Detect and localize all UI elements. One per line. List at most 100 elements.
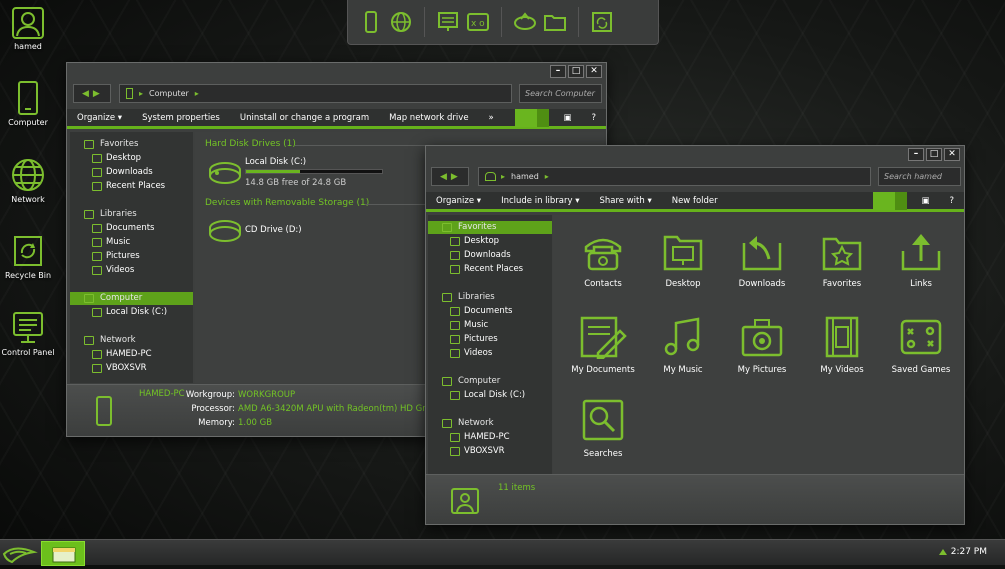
start-button[interactable]: [0, 542, 40, 564]
item-saved-games[interactable]: Saved Games: [883, 315, 959, 375]
nav-libraries[interactable]: Libraries: [428, 291, 552, 304]
nav-recent-places[interactable]: Recent Places: [428, 263, 552, 276]
nav-libraries[interactable]: Libraries: [70, 208, 193, 221]
taskbar-explorer-button[interactable]: [41, 541, 85, 566]
organize-button[interactable]: Organize ▾: [67, 113, 132, 123]
item-downloads[interactable]: Downloads: [724, 231, 800, 289]
item-label: Desktop: [665, 279, 701, 289]
nav-downloads[interactable]: Downloads: [70, 166, 193, 179]
desktop-icon-control-panel[interactable]: Control Panel: [0, 310, 56, 357]
nav-videos[interactable]: Videos: [428, 347, 552, 360]
back-icon[interactable]: ◀: [440, 172, 447, 182]
view-options-button[interactable]: [873, 191, 896, 210]
nav-hamed-pc[interactable]: HAMED-PC: [428, 431, 552, 444]
item-my-documents[interactable]: My Documents: [565, 315, 641, 375]
nav-favorites[interactable]: Favorites: [70, 138, 193, 151]
desktop-icon-network[interactable]: Network: [0, 157, 56, 204]
desktop-icon-recycle-bin[interactable]: Recycle Bin: [0, 233, 56, 280]
maximize-button[interactable]: □: [568, 65, 584, 78]
item-my-pictures[interactable]: My Pictures: [724, 315, 800, 375]
item-my-music[interactable]: My Music: [645, 315, 721, 375]
search-input[interactable]: Search Computer: [519, 84, 602, 103]
system-properties-button[interactable]: System properties: [132, 113, 230, 123]
nav-pictures[interactable]: Pictures: [428, 333, 552, 346]
help-button[interactable]: ?: [581, 113, 606, 123]
desktop-icon-hamed[interactable]: hamed: [0, 6, 56, 51]
new-folder-button[interactable]: New folder: [662, 196, 728, 206]
drive-name: CD Drive (D:): [245, 225, 302, 235]
include-in-library-button[interactable]: Include in library ▾: [491, 196, 589, 206]
search-input[interactable]: Search hamed: [878, 167, 961, 186]
close-button[interactable]: ✕: [944, 148, 960, 161]
nav-documents[interactable]: Documents: [428, 305, 552, 318]
item-contacts[interactable]: Contacts: [565, 231, 641, 289]
nav-computer[interactable]: Computer: [70, 292, 193, 305]
desktop-icon-computer[interactable]: Computer: [0, 80, 56, 127]
forward-icon[interactable]: ▶: [93, 89, 100, 99]
nav-documents[interactable]: Documents: [70, 222, 193, 235]
nav-favorites[interactable]: Favorites: [428, 221, 552, 234]
nav-local-disk[interactable]: Local Disk (C:): [70, 306, 193, 319]
nav-desktop[interactable]: Desktop: [428, 235, 552, 248]
show-hidden-icons-button[interactable]: [939, 549, 947, 555]
nav-local-disk[interactable]: Local Disk (C:): [428, 389, 552, 402]
drive-local-disk[interactable]: Local Disk (C:) 14.8 GB free of 24.8 GB: [207, 156, 407, 190]
maximize-button[interactable]: □: [926, 148, 942, 161]
nav-vboxsvr[interactable]: VBOXSVR: [70, 362, 193, 375]
computer-icon: [96, 396, 112, 426]
item-desktop[interactable]: Desktop: [645, 231, 721, 289]
address-bar[interactable]: ▸ hamed ▸: [478, 167, 871, 186]
workgroup-label: Workgroup:: [185, 390, 235, 400]
nav-videos[interactable]: Videos: [70, 264, 193, 277]
nav-computer[interactable]: Computer: [428, 375, 552, 388]
address-bar[interactable]: ▸ Computer ▸: [119, 84, 512, 103]
group-header-hard-disks[interactable]: Hard Disk Drives (1): [205, 139, 296, 149]
nav-pictures[interactable]: Pictures: [70, 250, 193, 263]
nav-network[interactable]: Network: [428, 417, 552, 430]
nav-network[interactable]: Network: [70, 334, 193, 347]
close-button[interactable]: ✕: [586, 65, 602, 78]
folder-icon[interactable]: [542, 9, 568, 35]
group-header-removable[interactable]: Devices with Removable Storage (1): [205, 198, 369, 208]
folder-icon: [52, 547, 76, 563]
view-dropdown-button[interactable]: [895, 191, 908, 210]
more-commands-button[interactable]: »: [479, 113, 504, 123]
drive-icon: [450, 391, 460, 400]
organize-button[interactable]: Organize ▾: [426, 196, 491, 206]
globe-icon[interactable]: [388, 9, 414, 35]
view-options-button[interactable]: [515, 108, 538, 127]
minimize-button[interactable]: –: [908, 148, 924, 161]
uninstall-program-button[interactable]: Uninstall or change a program: [230, 113, 379, 123]
network-drive-icon[interactable]: [512, 9, 538, 35]
forward-icon[interactable]: ▶: [451, 172, 458, 182]
help-button[interactable]: ?: [939, 196, 964, 206]
map-network-drive-button[interactable]: Map network drive: [379, 113, 478, 123]
nav-vboxsvr[interactable]: VBOXSVR: [428, 445, 552, 458]
item-favorites[interactable]: Favorites: [804, 231, 880, 289]
taskbar-clock[interactable]: 2:27 PM: [951, 547, 987, 557]
computer-icon: [450, 447, 460, 456]
share-with-button[interactable]: Share with ▾: [589, 196, 661, 206]
gamepad-icon[interactable]: x o: [465, 9, 491, 35]
nav-music[interactable]: Music: [428, 319, 552, 332]
phone-icon[interactable]: [358, 9, 384, 35]
drive-cd[interactable]: CD Drive (D:): [207, 216, 407, 246]
item-links[interactable]: Links: [883, 231, 959, 289]
view-dropdown-button[interactable]: [537, 108, 550, 127]
nav-recent-places[interactable]: Recent Places: [70, 180, 193, 193]
recycle-icon[interactable]: [589, 9, 615, 35]
item-my-videos[interactable]: My Videos: [804, 315, 880, 375]
nav-hamed-pc[interactable]: HAMED-PC: [70, 348, 193, 361]
nav-desktop[interactable]: Desktop: [70, 152, 193, 165]
monitor-list-icon[interactable]: [435, 9, 461, 35]
document-icon: [92, 224, 102, 233]
preview-pane-button[interactable]: ▣: [911, 196, 939, 206]
navigation-pane: Favorites Desktop Downloads Recent Place…: [70, 132, 193, 383]
workgroup-value: WORKGROUP: [238, 390, 296, 400]
preview-pane-button[interactable]: ▣: [553, 113, 581, 123]
item-searches[interactable]: Searches: [565, 399, 641, 459]
nav-music[interactable]: Music: [70, 236, 193, 249]
nav-downloads[interactable]: Downloads: [428, 249, 552, 262]
minimize-button[interactable]: –: [550, 65, 566, 78]
back-icon[interactable]: ◀: [82, 89, 89, 99]
